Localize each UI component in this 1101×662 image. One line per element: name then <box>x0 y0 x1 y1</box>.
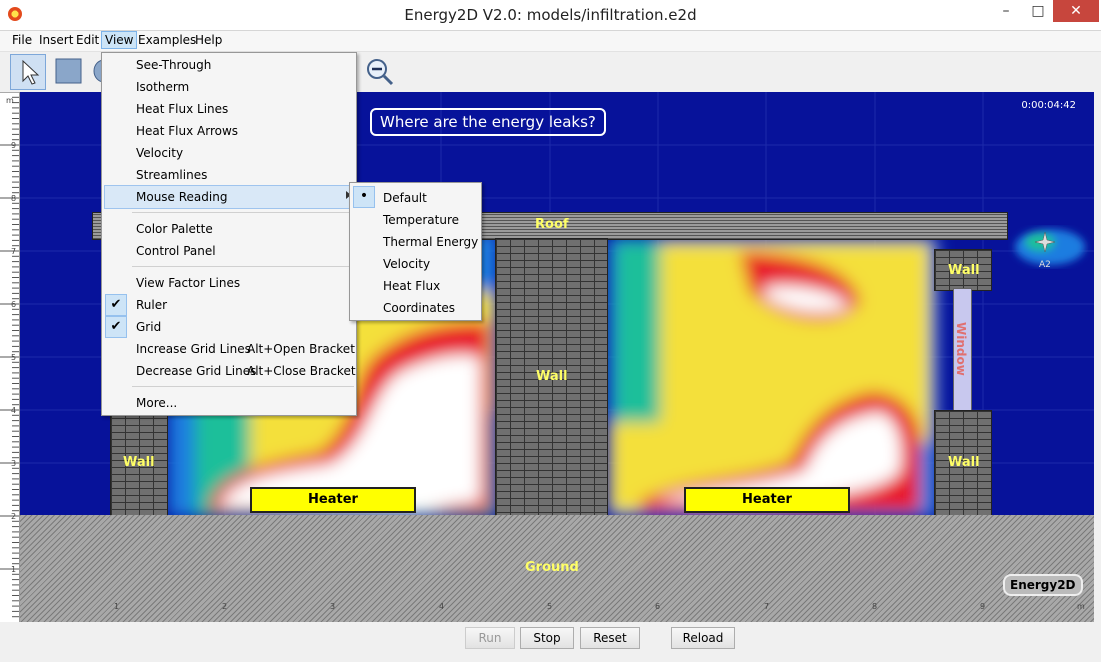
ground-label: Ground <box>525 560 579 575</box>
shortcut-decrease-grid: Alt+Close Bracket <box>247 364 356 378</box>
left-heater[interactable]: Heater <box>250 487 416 513</box>
menu-view[interactable]: View <box>101 31 138 49</box>
ruler-x-3: 3 <box>330 602 336 611</box>
vertical-ruler: m 9 8 7 6 5 4 3 2 1 <box>0 91 20 622</box>
elapsed-time: 0:00:04:42 <box>1021 100 1076 111</box>
ruler-x-7: 7 <box>764 602 770 611</box>
menu-heat-flux-lines[interactable]: Heat Flux Lines <box>136 102 228 116</box>
ruler-unit-left: m <box>6 96 14 105</box>
rectangle-tool-button[interactable] <box>52 54 86 88</box>
title-bar: Energy2D V2.0: models/infiltration.e2d –… <box>0 0 1101 31</box>
rectangle-icon <box>55 58 82 84</box>
menu-separator <box>132 266 354 267</box>
submenu-thermal-energy[interactable]: Thermal Energy <box>383 235 478 249</box>
roof-label: Roof <box>535 217 569 232</box>
ruler-unit-bottom: m <box>1077 602 1085 611</box>
energy2d-badge: Energy2D <box>1003 574 1083 596</box>
menu-heat-flux-arrows[interactable]: Heat Flux Arrows <box>136 124 238 138</box>
menu-see-through[interactable]: See-Through <box>136 58 211 72</box>
right-wall-lower-label: Wall <box>948 455 980 470</box>
menu-file[interactable]: File <box>9 33 35 47</box>
submenu-heat-flux[interactable]: Heat Flux <box>383 279 440 293</box>
ruler-tick-3: 3 <box>11 459 17 468</box>
menu-decrease-grid-lines[interactable]: Decrease Grid Lines <box>136 364 256 378</box>
ruler-tick-6: 6 <box>11 300 17 309</box>
menu-examples[interactable]: Examples <box>135 33 199 47</box>
ruler-tick-9: 9 <box>11 141 17 150</box>
menu-more[interactable]: More... <box>136 396 177 410</box>
right-wall-upper-label: Wall <box>948 263 980 278</box>
ruler-x-9: 9 <box>980 602 986 611</box>
menu-ruler[interactable]: Ruler <box>136 298 167 312</box>
menu-insert[interactable]: Insert <box>36 33 76 47</box>
right-room-heat <box>608 237 938 517</box>
menu-streamlines[interactable]: Streamlines <box>136 168 207 182</box>
menu-view-factor-lines[interactable]: View Factor Lines <box>136 276 240 290</box>
arrow-pointer-icon <box>22 59 40 85</box>
radio-bullet-icon: • <box>353 186 375 208</box>
horizontal-ruler: 1 2 3 4 5 6 7 8 9 m <box>19 598 1094 622</box>
middle-wall-label: Wall <box>536 369 568 384</box>
submenu-coordinates[interactable]: Coordinates <box>383 301 455 315</box>
menu-velocity[interactable]: Velocity <box>136 146 183 160</box>
submenu-temperature[interactable]: Temperature <box>383 213 459 227</box>
ruler-tick-4: 4 <box>11 406 17 415</box>
close-button[interactable]: ✕ <box>1053 0 1099 22</box>
window-title: Energy2D V2.0: models/infiltration.e2d <box>404 6 697 24</box>
menu-mouse-reading[interactable]: Mouse Reading <box>136 190 227 204</box>
ruler-x-8: 8 <box>872 602 878 611</box>
minimize-button[interactable]: – <box>991 0 1021 22</box>
left-wall-label: Wall <box>123 455 155 470</box>
ruler-tick-1: 1 <box>11 565 17 574</box>
ruler-tick-2: 2 <box>11 512 17 521</box>
ruler-tick-5: 5 <box>11 353 17 362</box>
menu-help[interactable]: Help <box>192 33 225 47</box>
zoom-out-button[interactable] <box>362 54 396 88</box>
control-bar: Run Stop Reset Reload <box>0 622 1101 662</box>
submenu-default[interactable]: Default <box>383 191 427 205</box>
ruler-x-2: 2 <box>222 602 228 611</box>
ruler-x-4: 4 <box>439 602 445 611</box>
select-tool-button[interactable] <box>10 54 46 90</box>
zoom-out-icon <box>367 59 394 86</box>
submenu-velocity[interactable]: Velocity <box>383 257 430 271</box>
menu-edit[interactable]: Edit <box>73 33 102 47</box>
ruler-x-1: 1 <box>114 602 120 611</box>
vertical-ruler-ticks <box>0 91 19 618</box>
run-button[interactable]: Run <box>465 627 515 649</box>
checkmark-icon: ✔ <box>105 294 127 316</box>
maximize-button[interactable]: □ <box>1023 0 1053 22</box>
menu-grid[interactable]: Grid <box>136 320 161 334</box>
menu-bar: File Insert Edit View Examples Help <box>0 31 1101 52</box>
menu-increase-grid-lines[interactable]: Increase Grid Lines <box>136 342 251 356</box>
ruler-tick-8: 8 <box>11 194 17 203</box>
ruler-x-5: 5 <box>547 602 553 611</box>
right-heater[interactable]: Heater <box>684 487 850 513</box>
menu-control-panel[interactable]: Control Panel <box>136 244 216 258</box>
checkmark-icon: ✔ <box>105 316 127 338</box>
question-text: Where are the energy leaks? <box>370 108 606 136</box>
menu-separator <box>132 212 354 213</box>
mouse-reading-submenu: • Default Temperature Thermal Energy Vel… <box>349 182 482 321</box>
menu-isotherm[interactable]: Isotherm <box>136 80 189 94</box>
ruler-x-6: 6 <box>655 602 661 611</box>
ruler-tick-7: 7 <box>11 247 17 256</box>
window-label: Window <box>954 322 968 376</box>
reset-button[interactable]: Reset <box>580 627 640 649</box>
shortcut-increase-grid: Alt+Open Bracket <box>247 342 355 356</box>
sensor-icon[interactable] <box>1035 232 1055 252</box>
menu-separator <box>132 386 354 387</box>
stop-button[interactable]: Stop <box>520 627 574 649</box>
menu-color-palette[interactable]: Color Palette <box>136 222 213 236</box>
view-menu-dropdown: See-Through Isotherm Heat Flux Lines Hea… <box>101 52 357 416</box>
reload-button[interactable]: Reload <box>671 627 735 649</box>
sensor-label: A2 <box>1039 260 1051 270</box>
